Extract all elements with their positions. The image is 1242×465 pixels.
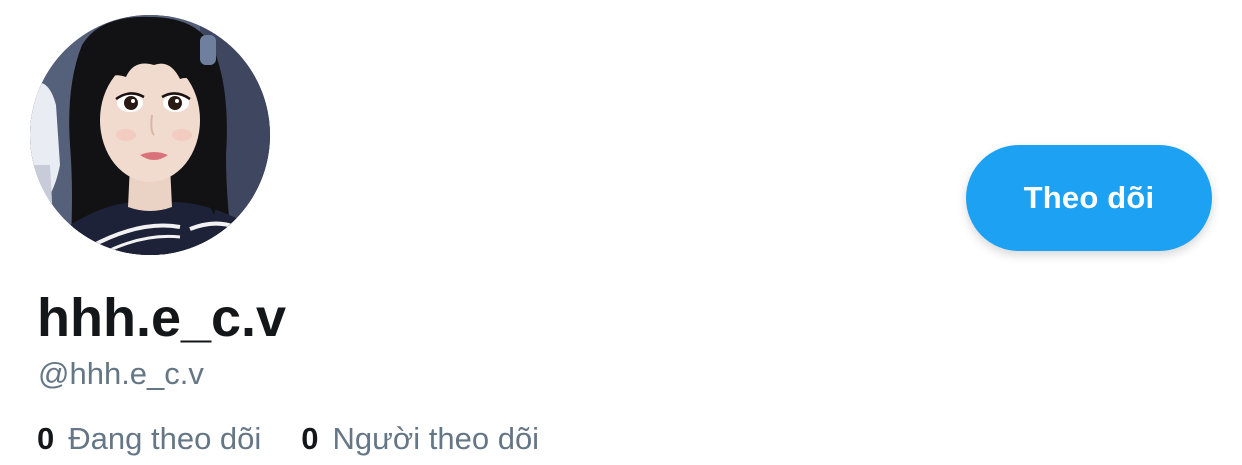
followers-label: Người theo dõi — [332, 421, 540, 456]
display-name: hhh.e_c.v — [37, 288, 287, 348]
user-handle: @hhh.e_c.v — [38, 356, 204, 391]
profile-header: Theo dõi hhh.e_c.v @hhh.e_c.v 0 Đang the… — [0, 0, 1242, 465]
follow-button[interactable]: Theo dõi — [966, 145, 1212, 251]
avatar-photo — [30, 15, 270, 255]
followers-stat[interactable]: 0 Người theo dõi — [301, 418, 539, 460]
profile-stats: 0 Đang theo dõi 0 Người theo dõi — [37, 418, 539, 460]
following-count: 0 — [37, 421, 55, 456]
avatar[interactable] — [30, 15, 270, 255]
following-label: Đang theo dõi — [68, 421, 262, 456]
followers-count: 0 — [301, 421, 319, 456]
following-stat[interactable]: 0 Đang theo dõi — [37, 418, 261, 460]
